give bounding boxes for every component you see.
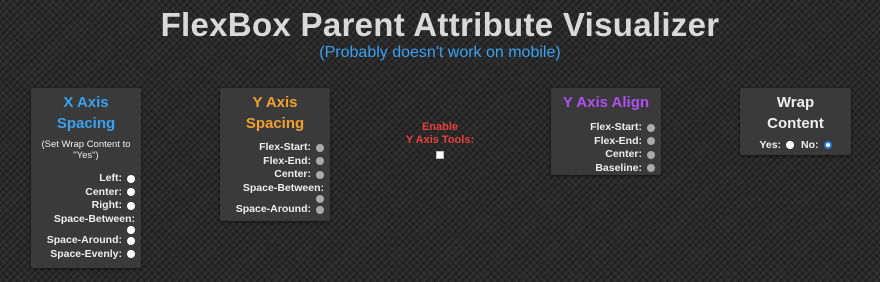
align-option-center[interactable]: Center:: [557, 148, 655, 162]
align-option-flex-start-label: Flex-Start:: [590, 121, 642, 133]
y-axis-align-panel: Y Axis Align Flex-Start: Flex-End: Cente…: [551, 88, 661, 175]
x-option-center-radio[interactable]: [127, 188, 135, 197]
page-subtitle: (Probably doesn't work on mobile): [319, 44, 561, 61]
wrap-yes-label: Yes:: [759, 139, 782, 151]
y-option-space-between[interactable]: Space-Between:: [226, 182, 324, 196]
x-option-space-evenly-radio[interactable]: [127, 250, 135, 259]
align-option-flex-end-radio[interactable]: [647, 137, 655, 146]
wrap-content-title-line2: Content: [767, 115, 824, 132]
y-option-space-around[interactable]: Space-Around:: [226, 203, 324, 217]
y-axis-spacing-panel: Y Axis Spacing Flex-Start: Flex-End: Cen…: [220, 88, 330, 221]
x-option-right-label: Right:: [91, 199, 122, 211]
enable-y-axis-label-line1: Enable: [421, 121, 459, 133]
wrap-content-title-line1: Wrap: [776, 94, 815, 111]
y-option-center-radio[interactable]: [316, 170, 324, 179]
wrap-content-title: Wrap Content: [746, 92, 845, 134]
x-option-left-radio[interactable]: [127, 174, 135, 183]
align-option-baseline-label: Baseline:: [595, 161, 642, 174]
x-option-space-between-label: Space-Between:: [53, 212, 135, 225]
align-option-center-label: Center:: [605, 148, 642, 160]
y-option-flex-start[interactable]: Flex-Start:: [226, 141, 324, 155]
x-axis-spacing-title: X Axis Spacing: [37, 92, 135, 134]
y-option-flex-end[interactable]: Flex-End:: [226, 155, 324, 169]
y-axis-align-title: Y Axis Align: [562, 94, 650, 111]
align-option-flex-start-radio[interactable]: [647, 123, 655, 132]
wrap-no-label: No:: [801, 139, 819, 151]
wrap-no-radio[interactable]: [823, 141, 832, 149]
wrap-yes-radio[interactable]: [786, 141, 795, 149]
y-option-space-around-label: Space-Around:: [235, 203, 311, 215]
wrap-note-line2: "Yes"): [73, 150, 99, 161]
align-option-center-radio[interactable]: [647, 150, 655, 159]
y-option-flex-start-radio[interactable]: [316, 143, 324, 152]
y-option-center[interactable]: Center:: [226, 168, 324, 182]
y-option-space-between-radio-row: [226, 195, 324, 203]
x-option-space-between-radio-row: [37, 226, 135, 234]
y-option-space-around-radio[interactable]: [316, 205, 324, 214]
y-option-flex-end-radio[interactable]: [316, 157, 324, 166]
x-option-space-between-radio[interactable]: [127, 226, 135, 234]
align-option-baseline[interactable]: Baseline:: [557, 162, 655, 176]
x-option-space-between[interactable]: Space-Between:: [37, 213, 135, 227]
y-option-space-between-radio[interactable]: [316, 195, 324, 203]
align-option-flex-start[interactable]: Flex-Start:: [557, 121, 655, 135]
y-option-space-between-label: Space-Between:: [242, 181, 324, 194]
y-axis-spacing-title-line2: Spacing: [245, 115, 305, 132]
page-title: FlexBox Parent Attribute Visualizer: [160, 6, 720, 43]
x-option-space-around[interactable]: Space-Around:: [37, 234, 135, 248]
wrap-options: Yes: No:: [746, 139, 845, 151]
x-option-center[interactable]: Center:: [37, 186, 135, 200]
x-option-center-label: Center:: [85, 185, 122, 198]
x-option-space-around-radio[interactable]: [127, 236, 135, 245]
wrap-content-panel: Wrap Content Yes: No:: [740, 88, 851, 155]
align-option-flex-end-label: Flex-End:: [594, 134, 642, 147]
x-option-left-label: Left:: [99, 172, 122, 184]
x-option-space-around-label: Space-Around:: [46, 234, 122, 246]
y-option-center-label: Center:: [274, 168, 311, 180]
x-axis-spacing-title-line2: Spacing: [56, 115, 116, 132]
y-option-flex-end-label: Flex-End:: [263, 154, 311, 167]
align-option-baseline-radio[interactable]: [647, 164, 655, 173]
enable-y-axis-label-line2: Y Axis Tools:: [405, 134, 475, 146]
x-option-right[interactable]: Right:: [37, 199, 135, 213]
y-option-flex-start-label: Flex-Start:: [259, 141, 311, 153]
x-option-space-evenly-label: Space-Evenly:: [50, 247, 122, 260]
align-option-flex-end[interactable]: Flex-End:: [557, 135, 655, 149]
x-option-right-radio[interactable]: [127, 201, 135, 210]
enable-y-axis-checkbox[interactable]: [436, 151, 444, 159]
x-option-left[interactable]: Left:: [37, 172, 135, 186]
wrap-note: (Set Wrap Content to "Yes"): [37, 139, 135, 161]
x-axis-spacing-title-line1: X Axis: [63, 94, 109, 111]
x-option-space-evenly[interactable]: Space-Evenly:: [37, 248, 135, 262]
x-axis-spacing-panel: X Axis Spacing (Set Wrap Content to "Yes…: [31, 88, 141, 268]
y-axis-spacing-title-line1: Y Axis: [252, 94, 298, 111]
wrap-note-line1: (Set Wrap Content to: [41, 139, 131, 150]
enable-y-axis-tools: Enable Y Axis Tools:: [395, 121, 485, 163]
y-axis-spacing-title: Y Axis Spacing: [226, 92, 324, 134]
